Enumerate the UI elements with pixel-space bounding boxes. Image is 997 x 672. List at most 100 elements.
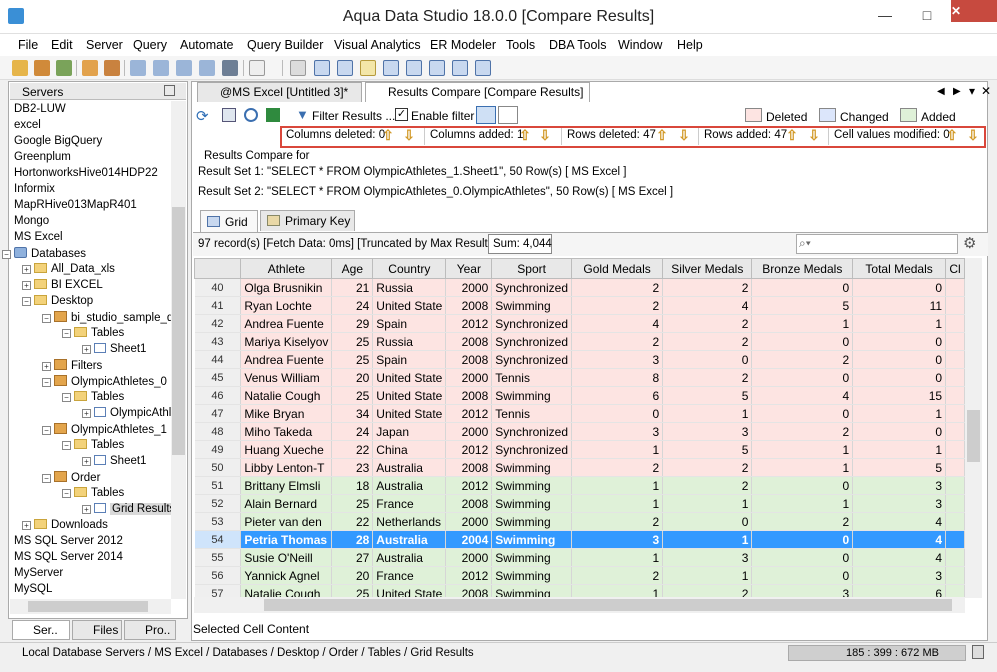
grid-cell[interactable]: 0: [751, 368, 854, 387]
table-row[interactable]: 56 Yannick Agnel 20 France 2012 Swimming 2 1 0 3: [194, 566, 965, 585]
grid-cell[interactable]: 2008: [445, 332, 493, 351]
table-row[interactable]: 57 Natalie Cough 25 United State 2008 Swimmin…: [194, 584, 965, 598]
grid-cell[interactable]: Synchronized: [491, 350, 572, 369]
grid-cell[interactable]: 3: [751, 584, 854, 598]
table-row[interactable]: 50 Libby Lenton-T 23 Australia 2008 Swimming 2…: [194, 458, 965, 477]
tree-node[interactable]: MS SQL Server 2014: [14, 551, 123, 567]
tab-grid[interactable]: Grid: [200, 210, 258, 232]
grid-cell[interactable]: 2008: [445, 458, 493, 477]
grid-cell[interactable]: 25: [331, 332, 374, 351]
grid-cell[interactable]: 1: [571, 494, 664, 513]
grid-cell[interactable]: 2: [571, 296, 664, 315]
collapse-icon[interactable]: −: [42, 378, 51, 387]
filter-icon[interactable]: ▼: [296, 107, 309, 122]
doc-tab-ms-excel[interactable]: @MS Excel [Untitled 3]*: [197, 82, 362, 102]
grid-cell[interactable]: 22: [331, 440, 374, 459]
table-row[interactable]: 43 Mariya Kiselyov 25 Russia 2008 Synchronize…: [194, 332, 965, 351]
grid-cell[interactable]: 3: [571, 422, 664, 441]
grid-cell[interactable]: 25: [331, 584, 374, 598]
grid-cell[interactable]: 1: [571, 476, 664, 495]
grid-cell[interactable]: 1: [852, 314, 947, 333]
rows-deleted-down-icon[interactable]: ⇩: [677, 128, 691, 143]
grid-cell[interactable]: Miho Takeda: [240, 422, 333, 441]
tree-node[interactable]: − Tables: [62, 487, 124, 503]
tree-node[interactable]: − Order: [42, 471, 100, 487]
grid-cell[interactable]: 1: [571, 584, 664, 598]
layout-icon-5[interactable]: [429, 60, 445, 76]
grid-cell[interactable]: China: [372, 440, 447, 459]
grid-cell[interactable]: [945, 440, 965, 459]
grid-cell[interactable]: [945, 512, 965, 531]
grid-cell[interactable]: 6: [571, 386, 664, 405]
query-builder-icon[interactable]: [176, 60, 192, 76]
menu-er-modeler[interactable]: ER Modeler: [430, 38, 496, 52]
grid-cell[interactable]: 0: [662, 512, 753, 531]
layout-icon-4[interactable]: [406, 60, 422, 76]
grid-cell[interactable]: 3: [662, 422, 753, 441]
row-number[interactable]: 50: [194, 458, 242, 477]
grid-cell[interactable]: 1: [662, 404, 753, 423]
grid-cell[interactable]: 1: [751, 314, 854, 333]
grid-cell[interactable]: 2012: [445, 314, 493, 333]
tree-node[interactable]: Google BigQuery: [14, 135, 102, 151]
grid-cell[interactable]: 0: [751, 566, 854, 585]
row-number[interactable]: 42: [194, 314, 242, 333]
tab-files[interactable]: Files: [72, 620, 122, 640]
notes-icon[interactable]: [290, 60, 306, 76]
columns-deleted-up-icon[interactable]: ⇧: [381, 128, 395, 143]
collapse-icon[interactable]: −: [62, 441, 71, 450]
column-header[interactable]: Bronze Medals: [751, 258, 854, 279]
tree-node[interactable]: MySQL: [14, 583, 52, 599]
grid-cell[interactable]: 2000: [445, 368, 493, 387]
restore-panel-icon[interactable]: [164, 85, 175, 96]
tree-node[interactable]: − Desktop: [22, 295, 93, 311]
grid-cell[interactable]: 18: [331, 476, 374, 495]
grid-cell[interactable]: [945, 368, 965, 387]
grid-cell[interactable]: Brittany Elmsli: [240, 476, 333, 495]
save-icon[interactable]: [222, 108, 236, 122]
grid-cell[interactable]: Venus William: [240, 368, 333, 387]
row-number[interactable]: 46: [194, 386, 242, 405]
grid-cell[interactable]: 2000: [445, 278, 493, 297]
grid-cell[interactable]: 0: [751, 530, 854, 549]
grid-cell[interactable]: [945, 350, 965, 369]
collapse-icon[interactable]: −: [62, 489, 71, 498]
unregister-icon[interactable]: [104, 60, 120, 76]
layout-icon-2[interactable]: [360, 60, 376, 76]
grid-cell[interactable]: 1: [662, 530, 753, 549]
column-header[interactable]: Athlete: [240, 258, 333, 279]
grid-cell[interactable]: [945, 566, 965, 585]
grid-cell[interactable]: 5: [852, 458, 947, 477]
grid-cell[interactable]: Swimming: [491, 476, 572, 495]
grid-cell[interactable]: 1: [571, 548, 664, 567]
grid-cell[interactable]: 1: [751, 494, 854, 513]
menu-window[interactable]: Window: [618, 38, 662, 52]
grid-cell[interactable]: 4: [852, 548, 947, 567]
grid-cell[interactable]: 27: [331, 548, 374, 567]
columns-added-up-icon[interactable]: ⇧: [518, 128, 532, 143]
query-analyzer-icon[interactable]: [153, 60, 169, 76]
grid-cell[interactable]: 1: [751, 440, 854, 459]
rows-deleted-up-icon[interactable]: ⇧: [655, 128, 669, 143]
close-button[interactable]: ✕: [951, 0, 997, 22]
grid-cell[interactable]: 0: [751, 404, 854, 423]
row-number[interactable]: 55: [194, 548, 242, 567]
grid-cell[interactable]: 2: [662, 278, 753, 297]
expand-icon[interactable]: +: [22, 521, 31, 530]
tree-node[interactable]: + Downloads: [22, 519, 108, 535]
collapse-icon[interactable]: −: [2, 250, 11, 259]
table-row[interactable]: 53 Pieter van den 22 Netherlands 2000 Swimmin…: [194, 512, 965, 531]
grid-cell[interactable]: [945, 530, 965, 549]
grid-cell[interactable]: 2000: [445, 548, 493, 567]
grid-filter-input[interactable]: [796, 234, 958, 254]
enable-filter-checkbox[interactable]: ✓: [395, 108, 408, 121]
grid-cell[interactable]: Spain: [372, 350, 447, 369]
row-number[interactable]: 54: [194, 530, 242, 549]
grid-cell[interactable]: 2008: [445, 386, 493, 405]
grid-cell[interactable]: 24: [331, 422, 374, 441]
edit-server-icon[interactable]: [34, 60, 50, 76]
row-number[interactable]: 40: [194, 278, 242, 297]
table-row[interactable]: 40 Olga Brusnikin 21 Russia 2000 Synchronized…: [194, 278, 965, 297]
table-row[interactable]: 49 Huang Xueche 22 China 2012 Synchronized 1 5 1…: [194, 440, 965, 459]
grid-cell[interactable]: Tennis: [491, 368, 572, 387]
